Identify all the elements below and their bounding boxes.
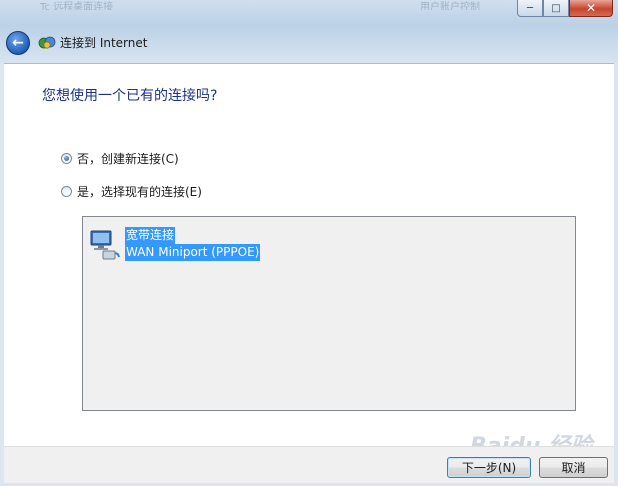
radio-use-existing[interactable]: 是，选择现有的连接(E) <box>61 183 202 200</box>
close-button[interactable]: ✕ <box>569 0 613 17</box>
arrow-left-icon: ← <box>12 35 24 51</box>
connection-list[interactable]: 宽带连接 WAN Miniport (PPPOE) <box>82 216 576 411</box>
window-controls: ─ □ ✕ <box>517 0 613 17</box>
radio-label: 是，选择现有的连接(E) <box>77 185 202 199</box>
maximize-button[interactable]: □ <box>543 0 569 17</box>
cancel-button[interactable]: 取消 <box>539 457 608 478</box>
connection-device: WAN Miniport (PPPOE) <box>125 244 261 261</box>
radio-create-new[interactable]: 否，创建新连接(C) <box>61 150 179 167</box>
network-globe-icon <box>38 36 56 49</box>
radio-label: 否，创建新连接(C) <box>77 152 179 166</box>
background-window-title: Tc 远程桌面连接 <box>40 2 114 10</box>
radio-button[interactable] <box>61 153 72 164</box>
window-title: 连接到 Internet <box>60 36 148 50</box>
next-button[interactable]: 下一步(N) <box>447 457 531 478</box>
minimize-button[interactable]: ─ <box>517 0 543 17</box>
network-adapter-icon <box>90 230 120 260</box>
button-bar: 下一步(N) 取消 <box>4 446 614 483</box>
wizard-content: 您想使用一个已有的连接吗? 否，创建新连接(C) 是，选择现有的连接(E) 宽带… <box>4 63 614 447</box>
title-bar: Tc 远程桌面连接 用户账户控制 ─ □ ✕ ← 连接到 Internet <box>0 0 618 64</box>
page-heading: 您想使用一个已有的连接吗? <box>42 88 218 104</box>
connection-name: 宽带连接 <box>125 227 176 244</box>
background-window-title-2: 用户账户控制 <box>420 2 480 10</box>
radio-button[interactable] <box>61 186 72 197</box>
back-button[interactable]: ← <box>6 31 30 55</box>
list-item[interactable]: 宽带连接 WAN Miniport (PPPOE) <box>89 227 261 261</box>
